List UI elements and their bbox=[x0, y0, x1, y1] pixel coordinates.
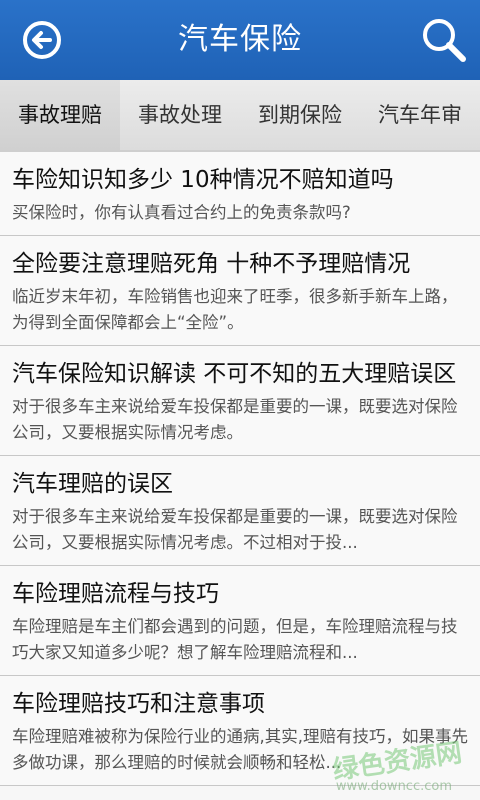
list-item[interactable]: 全险要注意理赔死角 十种不予理赔情况 临近岁末年初，车险销售也迎来了旺季，很多新… bbox=[0, 236, 480, 346]
page-title: 汽车保险 bbox=[178, 22, 302, 57]
tab-expired-insurance[interactable]: 到期保险 bbox=[240, 80, 360, 150]
tab-accident-handling[interactable]: 事故处理 bbox=[120, 80, 240, 150]
article-title: 全险要注意理赔死角 十种不予理赔情况 bbox=[12, 251, 411, 277]
article-summary: 临近岁末年初，车险销售也迎来了旺季，很多新手新车上路，为得到全面保障都会上“全险… bbox=[12, 287, 458, 332]
article-summary: 车险理赔是车主们都会遇到的问题，但是，车险理赔流程与技巧大家又知道多少呢？想了解… bbox=[12, 617, 458, 662]
article-summary: 对于很多车主来说给爱车投保都是重要的一课，既要选对保险公司，又要根据实际情况考虑… bbox=[12, 397, 458, 442]
category-tabs: 事故理赔 事故处理 到期保险 汽车年审 bbox=[0, 80, 480, 152]
tab-annual-inspection[interactable]: 汽车年审 bbox=[360, 80, 480, 150]
back-arrow-icon bbox=[23, 21, 61, 59]
article-title: 汽车理赔的误区 bbox=[12, 471, 173, 497]
tab-accident-claims[interactable]: 事故理赔 bbox=[0, 80, 120, 150]
article-title: 车险理赔技巧和注意事项 bbox=[12, 691, 265, 717]
watermark-url: www.downcc.com bbox=[335, 779, 452, 794]
back-button[interactable] bbox=[18, 16, 66, 64]
article-summary: 买保险时，你有认真看过合约上的免责条款吗? bbox=[12, 203, 351, 222]
search-button[interactable] bbox=[418, 14, 470, 66]
article-title: 汽车保险知识解读 不可不知的五大理赔误区 bbox=[12, 361, 457, 387]
app-bar: 汽车保险 bbox=[0, 0, 480, 80]
search-icon bbox=[423, 19, 466, 62]
list-item[interactable]: 车险知识知多少 10种情况不赔知道吗 买保险时，你有认真看过合约上的免责条款吗? bbox=[0, 152, 480, 236]
article-title: 车险理赔流程与技巧 bbox=[12, 581, 219, 607]
article-title: 车险知识知多少 10种情况不赔知道吗 bbox=[12, 167, 394, 193]
article-summary: 对于很多车主来说给爱车投保都是重要的一课，既要选对保险公司，又要根据实际情况考虑… bbox=[12, 507, 458, 552]
list-item[interactable]: 车险理赔流程与技巧 车险理赔是车主们都会遇到的问题，但是，车险理赔流程与技巧大家… bbox=[0, 566, 480, 676]
list-item[interactable]: 汽车理赔的误区 对于很多车主来说给爱车投保都是重要的一课，既要选对保险公司，又要… bbox=[0, 456, 480, 566]
article-list: 车险知识知多少 10种情况不赔知道吗 买保险时，你有认真看过合约上的免责条款吗?… bbox=[0, 152, 480, 800]
list-item[interactable]: 汽车保险知识解读 不可不知的五大理赔误区 对于很多车主来说给爱车投保都是重要的一… bbox=[0, 346, 480, 456]
